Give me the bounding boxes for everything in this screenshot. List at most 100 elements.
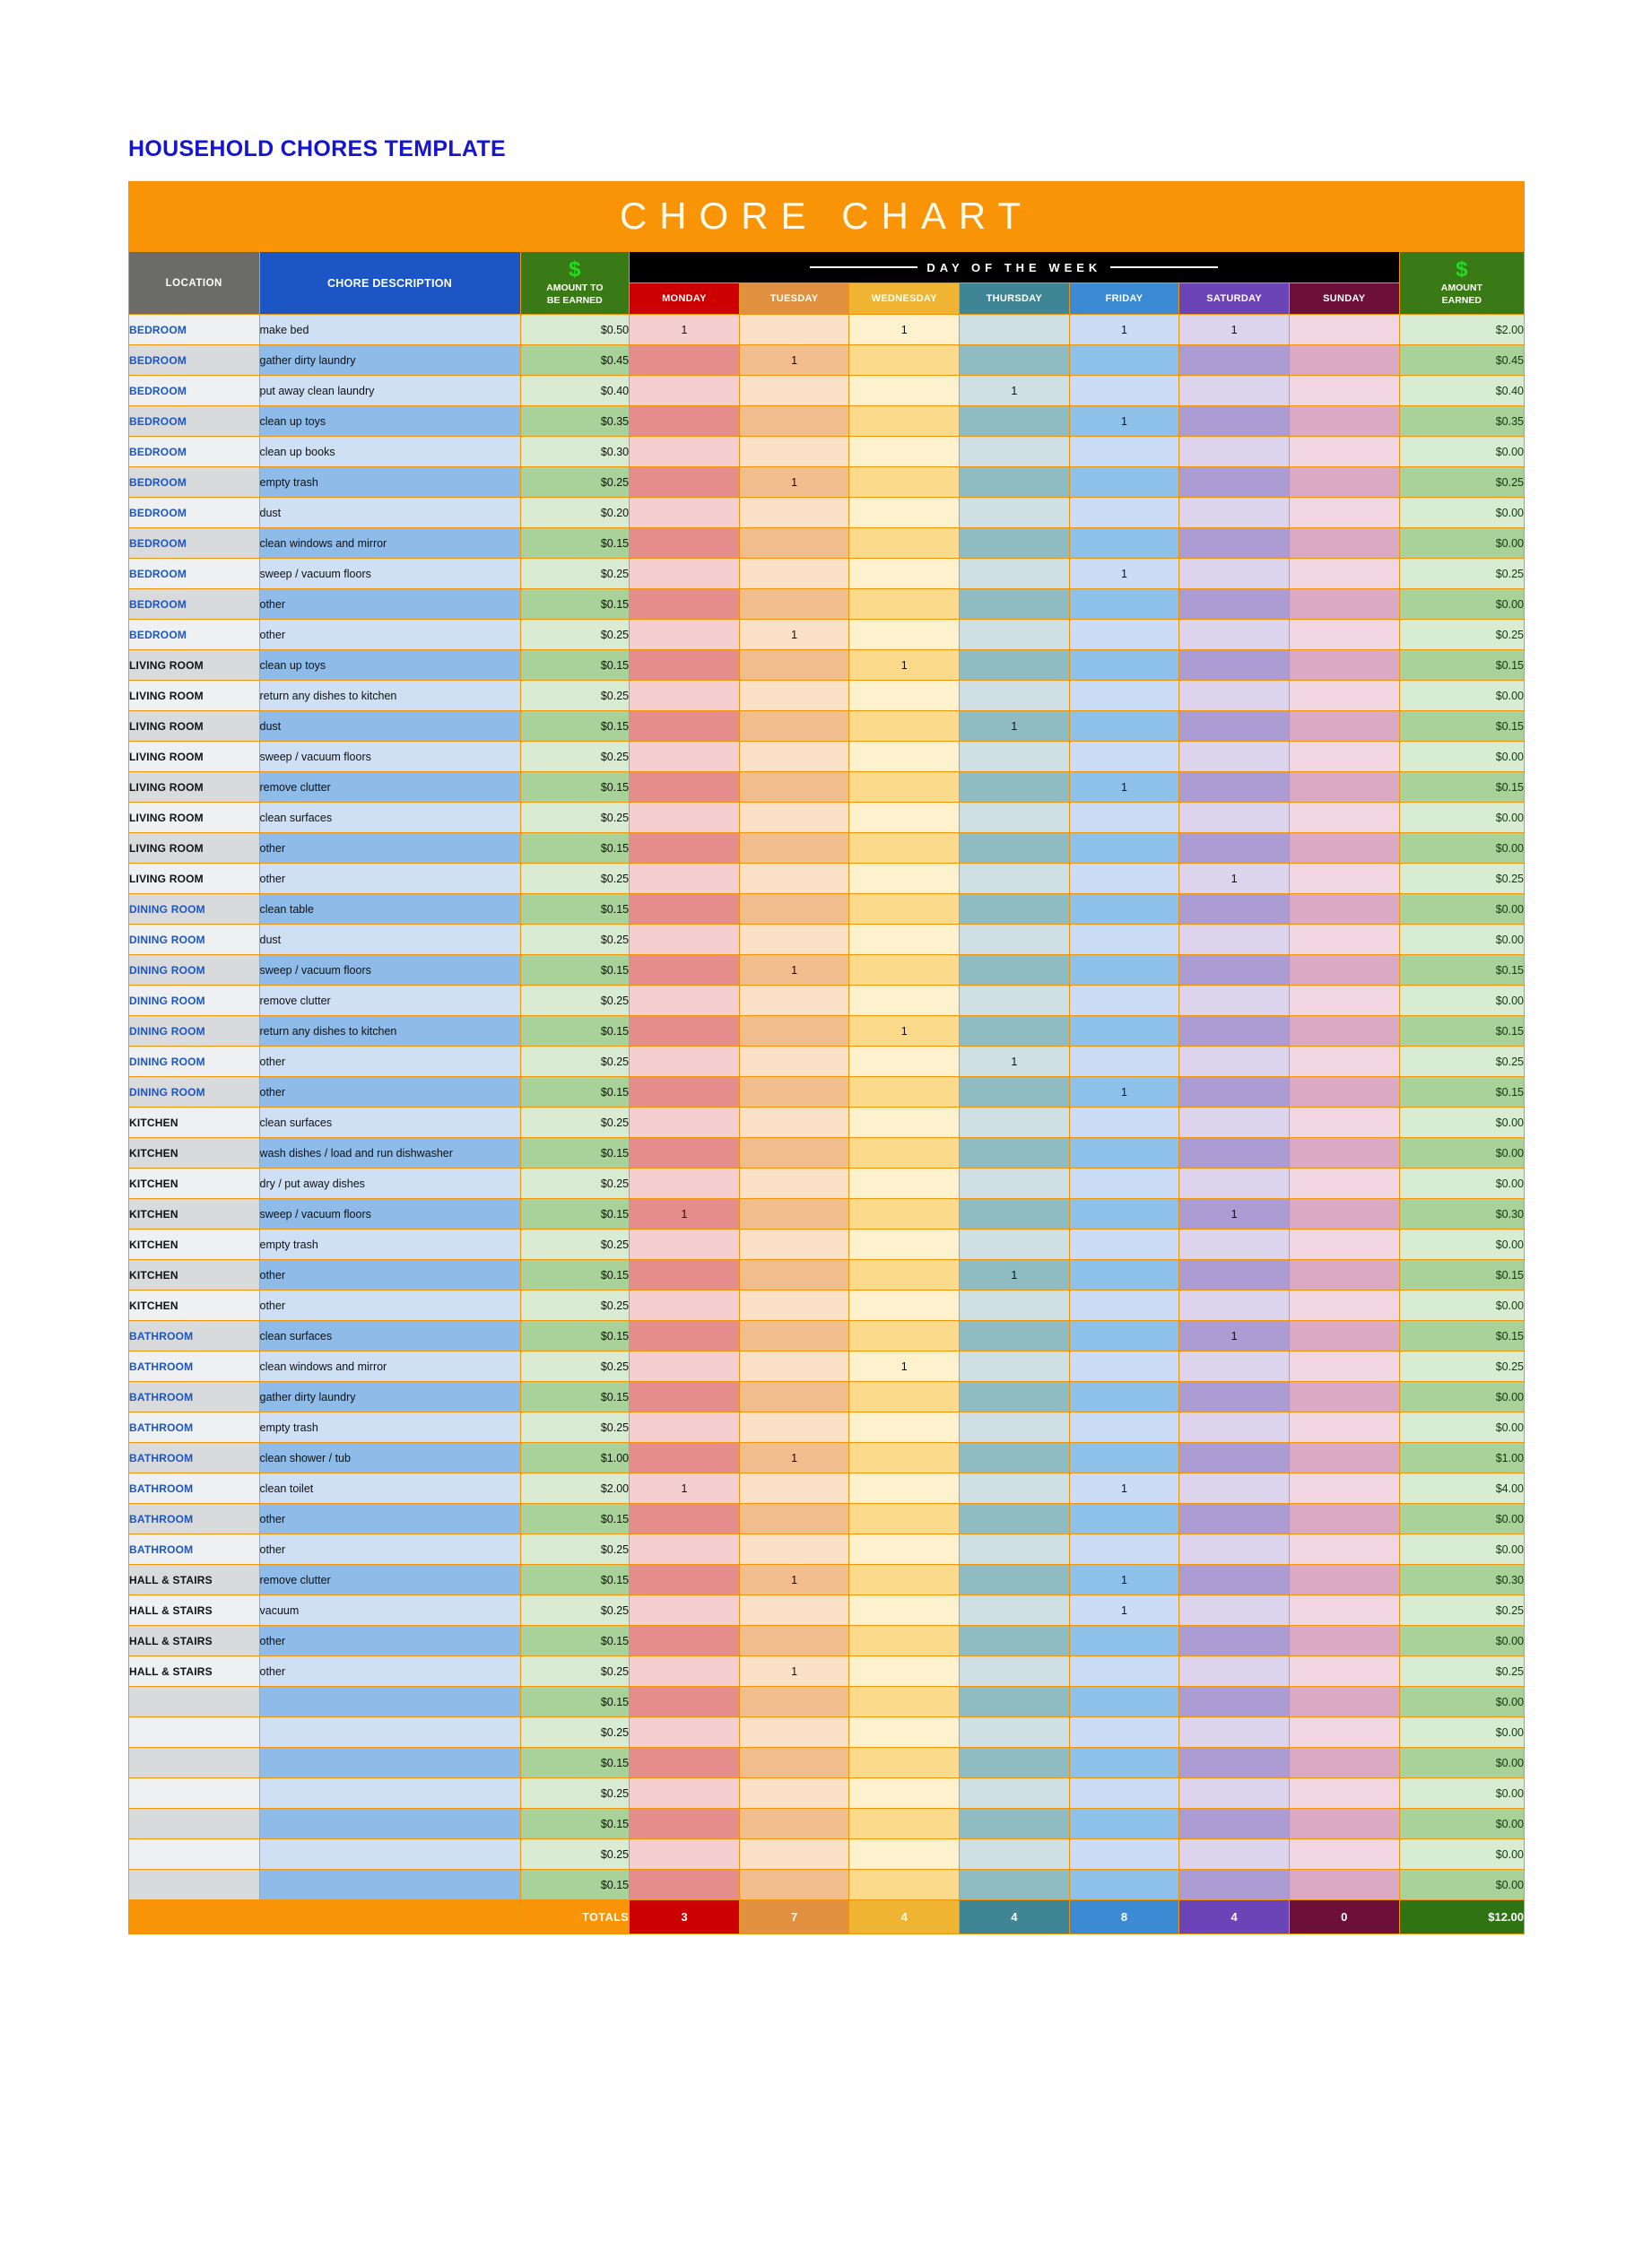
cell-day-friday[interactable]: [1068, 375, 1180, 406]
cell-day-wednesday[interactable]: [848, 405, 961, 437]
cell-day-tuesday[interactable]: [738, 1747, 850, 1778]
cell-day-friday[interactable]: [1068, 1015, 1180, 1047]
cell-day-sunday[interactable]: [1288, 1442, 1400, 1473]
cell-day-tuesday[interactable]: [738, 1320, 850, 1351]
cell-day-tuesday[interactable]: [738, 1473, 850, 1504]
cell-day-sunday[interactable]: [1288, 1168, 1400, 1199]
cell-day-sunday[interactable]: [1288, 1534, 1400, 1565]
cell-day-friday[interactable]: [1068, 954, 1180, 986]
cell-day-sunday[interactable]: [1288, 1503, 1400, 1534]
cell-day-friday[interactable]: [1068, 649, 1180, 681]
cell-day-tuesday[interactable]: [738, 863, 850, 894]
cell-day-sunday[interactable]: [1288, 1838, 1400, 1870]
cell-day-tuesday[interactable]: 1: [738, 619, 850, 650]
cell-day-thursday[interactable]: [959, 497, 1070, 528]
cell-day-thursday[interactable]: [959, 344, 1070, 376]
cell-day-friday[interactable]: [1068, 1869, 1180, 1900]
cell-day-thursday[interactable]: [959, 1625, 1070, 1656]
cell-day-sunday[interactable]: [1288, 436, 1400, 467]
cell-day-thursday[interactable]: [959, 1686, 1070, 1717]
cell-day-sunday[interactable]: [1288, 1381, 1400, 1412]
cell-day-thursday[interactable]: [959, 1808, 1070, 1839]
cell-day-sunday[interactable]: [1288, 1747, 1400, 1778]
cell-day-sunday[interactable]: [1288, 1777, 1400, 1809]
cell-day-wednesday[interactable]: [848, 1869, 961, 1900]
cell-day-friday[interactable]: [1068, 1198, 1180, 1230]
cell-day-saturday[interactable]: [1178, 1046, 1290, 1077]
cell-day-thursday[interactable]: 1: [959, 375, 1070, 406]
cell-day-monday[interactable]: [629, 527, 740, 559]
cell-day-monday[interactable]: 1: [629, 1198, 740, 1230]
cell-day-saturday[interactable]: [1178, 832, 1290, 864]
cell-day-thursday[interactable]: [959, 1473, 1070, 1504]
cell-day-friday[interactable]: [1068, 497, 1180, 528]
cell-day-sunday[interactable]: [1288, 771, 1400, 803]
cell-day-tuesday[interactable]: [738, 1869, 850, 1900]
cell-day-sunday[interactable]: [1288, 924, 1400, 955]
cell-day-thursday[interactable]: [959, 1716, 1070, 1748]
cell-day-tuesday[interactable]: [738, 497, 850, 528]
cell-day-friday[interactable]: [1068, 985, 1180, 1016]
cell-day-wednesday[interactable]: [848, 863, 961, 894]
cell-day-thursday[interactable]: [959, 802, 1070, 833]
cell-day-wednesday[interactable]: [848, 1290, 961, 1321]
cell-day-saturday[interactable]: [1178, 1595, 1290, 1626]
cell-day-tuesday[interactable]: [738, 1686, 850, 1717]
cell-day-saturday[interactable]: [1178, 1777, 1290, 1809]
cell-day-monday[interactable]: [629, 771, 740, 803]
cell-day-monday[interactable]: [629, 1168, 740, 1199]
cell-day-wednesday[interactable]: [848, 497, 961, 528]
cell-day-monday[interactable]: [629, 1869, 740, 1900]
cell-day-saturday[interactable]: 1: [1178, 314, 1290, 345]
cell-day-thursday[interactable]: [959, 1534, 1070, 1565]
cell-day-friday[interactable]: [1068, 1229, 1180, 1260]
cell-day-tuesday[interactable]: [738, 1777, 850, 1809]
cell-day-saturday[interactable]: [1178, 1168, 1290, 1199]
cell-day-monday[interactable]: [629, 1808, 740, 1839]
cell-day-tuesday[interactable]: [738, 680, 850, 711]
cell-day-thursday[interactable]: [959, 527, 1070, 559]
cell-day-monday[interactable]: [629, 436, 740, 467]
cell-day-thursday[interactable]: [959, 1595, 1070, 1626]
cell-day-friday[interactable]: [1068, 1747, 1180, 1778]
cell-day-wednesday[interactable]: [848, 1686, 961, 1717]
cell-day-wednesday[interactable]: [848, 1655, 961, 1687]
cell-day-sunday[interactable]: [1288, 954, 1400, 986]
cell-day-tuesday[interactable]: [738, 588, 850, 620]
cell-day-wednesday[interactable]: [848, 619, 961, 650]
cell-day-monday[interactable]: [629, 1046, 740, 1077]
cell-day-monday[interactable]: [629, 985, 740, 1016]
cell-day-wednesday[interactable]: [848, 1564, 961, 1595]
cell-day-wednesday[interactable]: [848, 1595, 961, 1626]
cell-day-monday[interactable]: [629, 619, 740, 650]
cell-day-thursday[interactable]: [959, 649, 1070, 681]
cell-day-tuesday[interactable]: [738, 832, 850, 864]
cell-day-sunday[interactable]: [1288, 1869, 1400, 1900]
cell-day-wednesday[interactable]: [848, 1198, 961, 1230]
cell-day-monday[interactable]: [629, 1290, 740, 1321]
cell-day-friday[interactable]: [1068, 1381, 1180, 1412]
cell-day-wednesday[interactable]: [848, 1442, 961, 1473]
cell-day-friday[interactable]: 1: [1068, 771, 1180, 803]
cell-day-monday[interactable]: [629, 1137, 740, 1169]
cell-day-friday[interactable]: [1068, 1777, 1180, 1809]
cell-day-saturday[interactable]: [1178, 1137, 1290, 1169]
cell-day-saturday[interactable]: [1178, 924, 1290, 955]
cell-day-tuesday[interactable]: [738, 1351, 850, 1382]
cell-day-sunday[interactable]: [1288, 802, 1400, 833]
cell-day-saturday[interactable]: [1178, 985, 1290, 1016]
cell-day-saturday[interactable]: 1: [1178, 863, 1290, 894]
cell-day-sunday[interactable]: [1288, 680, 1400, 711]
cell-day-wednesday[interactable]: [848, 1473, 961, 1504]
cell-day-tuesday[interactable]: [738, 1107, 850, 1138]
cell-day-sunday[interactable]: [1288, 1655, 1400, 1687]
cell-day-wednesday[interactable]: [848, 1259, 961, 1290]
cell-day-monday[interactable]: [629, 497, 740, 528]
cell-day-tuesday[interactable]: 1: [738, 344, 850, 376]
cell-day-friday[interactable]: 1: [1068, 1564, 1180, 1595]
cell-day-friday[interactable]: 1: [1068, 558, 1180, 589]
cell-day-wednesday[interactable]: [848, 741, 961, 772]
cell-day-saturday[interactable]: [1178, 375, 1290, 406]
cell-day-tuesday[interactable]: [738, 1595, 850, 1626]
cell-day-saturday[interactable]: [1178, 405, 1290, 437]
